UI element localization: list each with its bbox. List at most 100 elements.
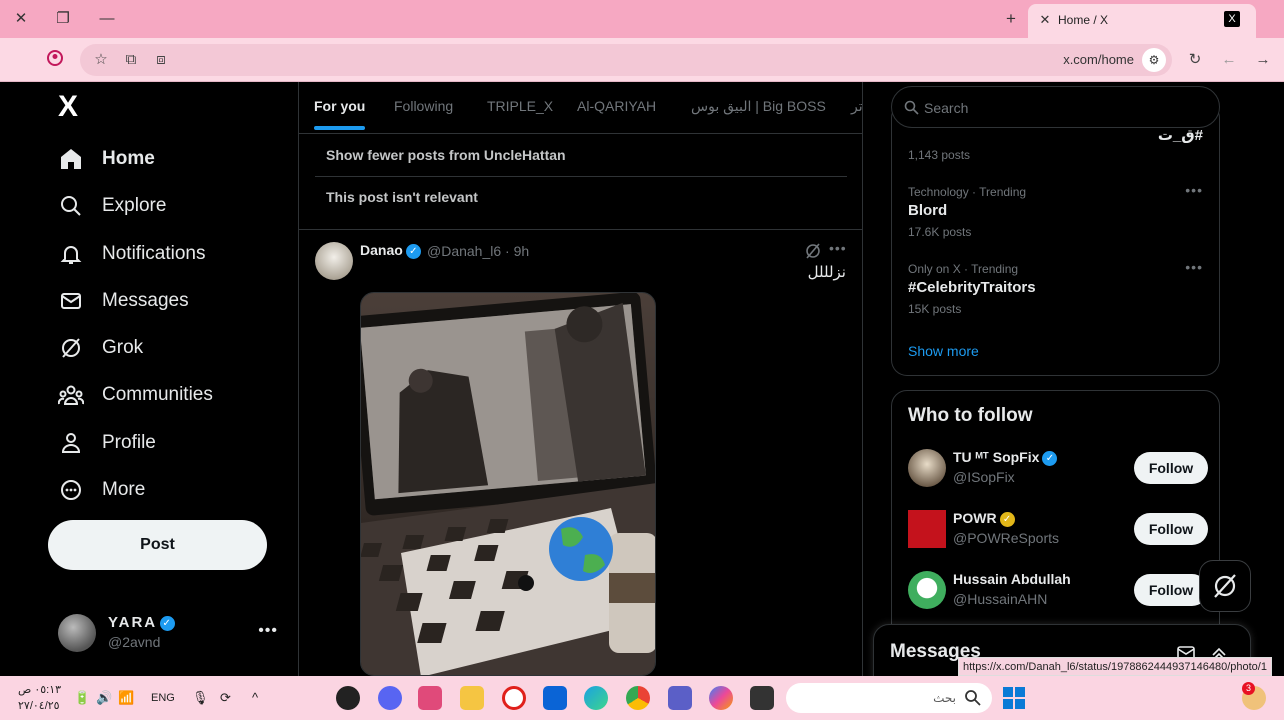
follow-button[interactable]: Follow <box>1134 452 1208 484</box>
trend-more-icon[interactable]: ••• <box>1185 182 1203 198</box>
back-icon[interactable]: → <box>1252 49 1274 71</box>
trend-title[interactable]: #ق_ت <box>1158 126 1203 144</box>
trend-title[interactable]: Blord <box>908 202 947 219</box>
tab-partial[interactable]: تر <box>851 98 862 115</box>
post-author-avatar[interactable] <box>315 242 353 280</box>
envelope-icon <box>58 288 84 314</box>
verified-badge-icon: ✓ <box>160 615 176 631</box>
follow-suggestion[interactable]: POWR ✓ @POWReSports Follow <box>908 508 1208 552</box>
suggestion-handle: @POWReSports <box>953 530 1060 546</box>
microphone-icon[interactable]: 🎙 <box>192 690 209 706</box>
search-box[interactable]: Search <box>891 86 1220 128</box>
nav-notifications-label: Notifications <box>102 243 206 264</box>
search-icon <box>58 193 84 219</box>
discord-icon[interactable] <box>378 686 402 710</box>
trend-more-icon[interactable]: ••• <box>1185 259 1203 275</box>
app-icon[interactable] <box>418 686 442 710</box>
x-logo[interactable]: X <box>58 92 88 122</box>
nav-profile-label: Profile <box>102 432 156 453</box>
search-icon <box>965 690 981 706</box>
app-icon[interactable] <box>336 686 360 710</box>
more-dots-icon[interactable]: ••• <box>258 622 278 640</box>
left-sidebar: X Home Explore Notifications Messages Gr… <box>0 82 299 676</box>
notification-badge: 3 <box>1242 682 1255 695</box>
tab-close-icon[interactable]: ✕ <box>1036 11 1054 29</box>
post-author-name[interactable]: Danao ✓ <box>360 242 421 259</box>
profile-icon[interactable] <box>44 49 66 71</box>
reload-icon[interactable]: ↻ <box>1184 49 1206 71</box>
nav-more[interactable]: More <box>58 475 145 505</box>
tab-al-qariyah[interactable]: Al-QARIYAH <box>577 98 656 114</box>
nav-grok-label: Grok <box>102 337 144 358</box>
search-placeholder: Search <box>924 100 969 116</box>
avatar <box>908 571 946 609</box>
nav-communities[interactable]: Communities <box>58 380 213 410</box>
post-button[interactable]: Post <box>48 520 267 570</box>
opera-icon[interactable] <box>502 686 526 710</box>
follow-suggestion[interactable]: TU ᴹᵀ SopFix ✓ @ISopFix Follow <box>908 447 1208 491</box>
grok-floating-button[interactable] <box>1199 560 1251 612</box>
app-icon[interactable] <box>750 686 774 710</box>
copilot-icon[interactable] <box>709 686 733 710</box>
nav-home[interactable]: Home <box>58 144 155 174</box>
wifi-icon[interactable]: 📶 <box>118 690 134 706</box>
show-fewer-option[interactable]: Show fewer posts from UncleHattan <box>326 147 566 163</box>
follow-button[interactable]: Follow <box>1134 513 1208 545</box>
more-circle-icon <box>58 477 84 503</box>
follow-suggestion[interactable]: Hussain Abdullah @HussainAHN Follow <box>908 569 1208 613</box>
sync-icon[interactable]: ⟳ <box>220 690 231 706</box>
show-more-link[interactable]: Show more <box>908 343 979 359</box>
post-more-icon[interactable]: ••• <box>829 240 847 256</box>
follow-button[interactable]: Follow <box>1134 574 1208 606</box>
tab-big-boss[interactable]: البيق بوس | Big BOSS <box>691 98 826 115</box>
tab-title: Home / X <box>1058 13 1109 27</box>
trend-title[interactable]: #CelebrityTraitors <box>908 279 1036 296</box>
account-name: YARA ✓ <box>108 614 176 631</box>
screenshot-icon[interactable]: ⧈ <box>150 49 172 71</box>
x-page: X Home Explore Notifications Messages Gr… <box>0 82 1284 684</box>
nav-notifications[interactable]: Notifications <box>58 239 206 269</box>
notifications-icon[interactable]: 3 <box>1242 682 1266 710</box>
tab-triple-x[interactable]: TRIPLE_X <box>487 98 553 114</box>
home-icon <box>58 146 84 172</box>
teams-icon[interactable] <box>668 686 692 710</box>
window-minimize-icon[interactable]: — <box>96 8 118 30</box>
windows-start-icon[interactable] <box>1002 686 1026 710</box>
divider <box>299 229 862 230</box>
outlook-icon[interactable] <box>543 686 567 710</box>
nav-more-label: More <box>102 479 146 500</box>
verified-gold-badge-icon: ✓ <box>999 511 1015 527</box>
taskbar-search[interactable]: بحث <box>786 683 992 713</box>
not-relevant-option[interactable]: This post isn't relevant <box>326 189 478 205</box>
post-image[interactable] <box>360 292 656 676</box>
file-explorer-icon[interactable] <box>460 686 484 710</box>
grok-icon[interactable] <box>804 242 822 260</box>
nav-explore[interactable]: Explore <box>58 191 166 221</box>
address-bar[interactable]: ☆ ⧉ ⧈ x.com/home ⚙ <box>80 44 1172 76</box>
forward-icon[interactable]: ← <box>1218 49 1240 71</box>
edge-icon[interactable] <box>584 686 608 710</box>
window-close-icon[interactable]: ✕ <box>10 8 32 30</box>
chevron-up-icon[interactable]: ^ <box>252 690 258 705</box>
new-tab-button[interactable]: + <box>1000 8 1022 30</box>
tab-following[interactable]: Following <box>394 98 453 114</box>
verified-badge-icon: ✓ <box>405 243 421 259</box>
chrome-icon[interactable] <box>626 686 650 710</box>
site-settings-icon[interactable]: ⚙ <box>1142 48 1166 72</box>
nav-profile[interactable]: Profile <box>58 428 156 458</box>
browser-tab[interactable]: ✕ Home / X X <box>1028 4 1256 38</box>
battery-icon[interactable]: 🔋 <box>74 690 90 706</box>
nav-messages[interactable]: Messages <box>58 286 189 316</box>
window-restore-icon[interactable]: ❐ <box>52 8 74 30</box>
translate-icon[interactable]: ⧉ <box>120 49 142 71</box>
account-switcher[interactable]: YARA ✓ @2avnd ••• <box>58 612 288 656</box>
timeline: For you Following TRIPLE_X Al-QARIYAH ال… <box>299 82 863 676</box>
tab-for-you[interactable]: For you <box>314 98 365 114</box>
search-icon <box>904 100 919 115</box>
language-indicator[interactable]: ENG <box>151 692 175 704</box>
star-icon[interactable]: ☆ <box>90 49 112 71</box>
volume-icon[interactable]: 🔊 <box>96 690 112 706</box>
post-text: نزلللل <box>807 264 846 281</box>
suggestion-handle: @ISopFix <box>953 469 1015 485</box>
nav-grok[interactable]: Grok <box>58 333 143 363</box>
